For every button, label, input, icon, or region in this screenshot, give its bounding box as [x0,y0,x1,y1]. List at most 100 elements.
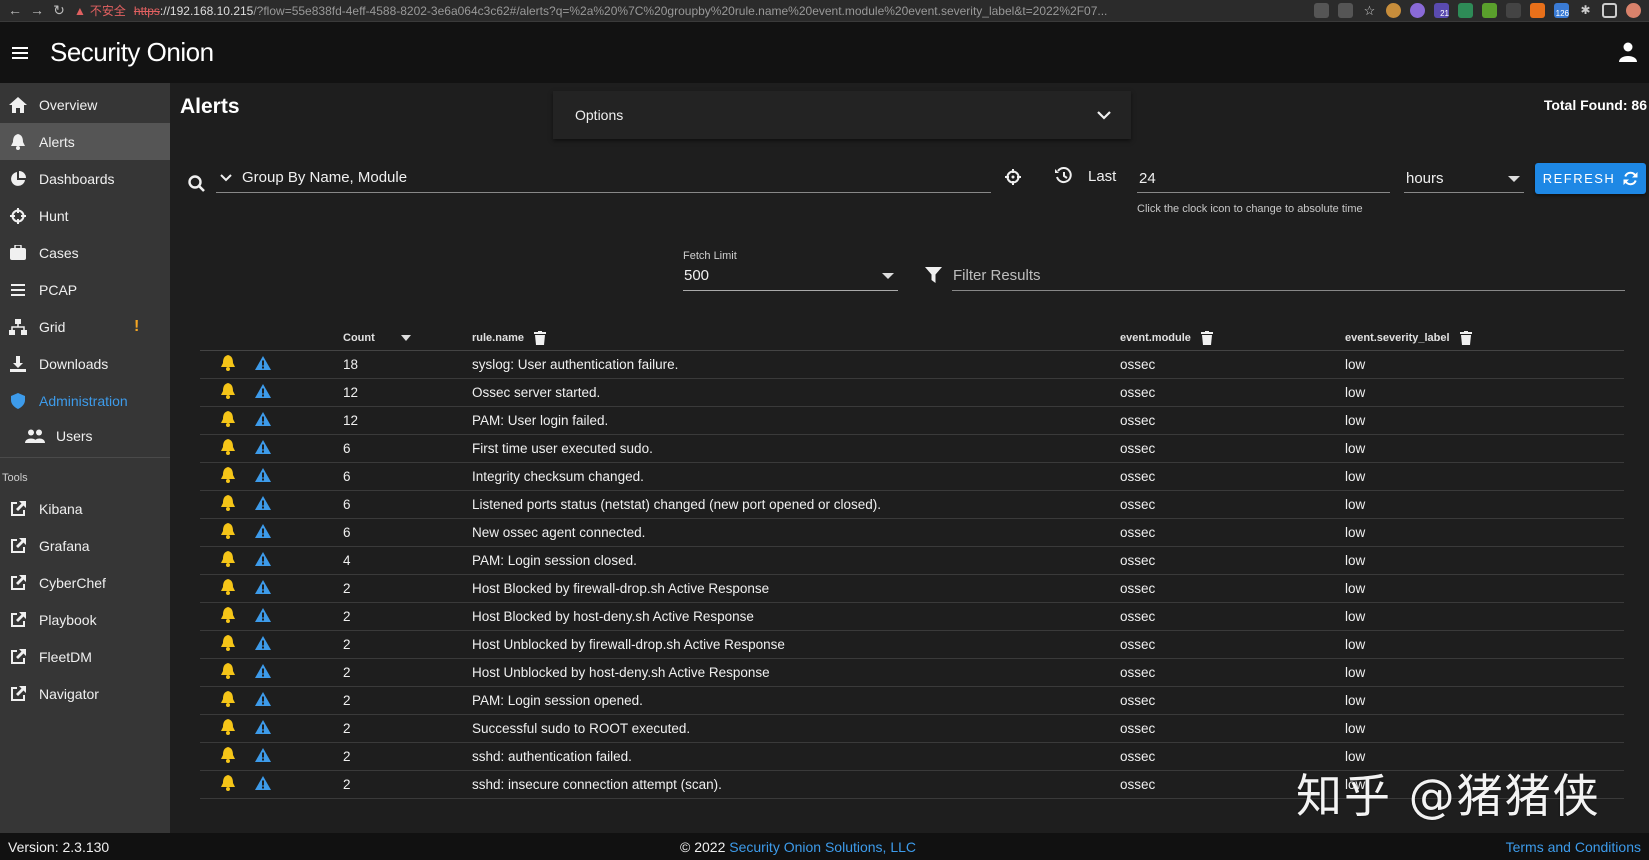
cell-rule-name[interactable]: PAM: Login session opened. [472,693,1120,708]
sidebar-item-downloads[interactable]: Downloads [0,345,170,382]
acknowledge-bell-icon[interactable] [200,719,235,738]
escalate-warning-icon[interactable] [235,776,335,793]
cell-severity[interactable]: low [1345,497,1624,512]
cell-event-module[interactable]: ossec [1120,497,1345,512]
cell-event-module[interactable]: ossec [1120,441,1345,456]
forward-icon[interactable]: → [30,2,44,19]
extension-icon[interactable] [1386,3,1401,18]
table-row[interactable]: 6 First time user executed sudo. ossec low [200,435,1624,463]
cell-event-module[interactable]: ossec [1120,357,1345,372]
sidebar-item-hunt[interactable]: Hunt [0,197,170,234]
extension-icon[interactable] [1410,3,1425,18]
cell-rule-name[interactable]: First time user executed sudo. [472,441,1120,456]
cell-rule-name[interactable]: Listened ports status (netstat) changed … [472,497,1120,512]
trash-icon[interactable] [1459,330,1472,345]
cell-rule-name[interactable]: New ossec agent connected. [472,525,1120,540]
escalate-warning-icon[interactable] [235,384,335,401]
escalate-warning-icon[interactable] [235,496,335,513]
cell-event-module[interactable]: ossec [1120,553,1345,568]
cell-severity[interactable]: low [1345,469,1624,484]
extension-icon[interactable] [1458,3,1473,18]
cell-severity[interactable]: low [1345,609,1624,624]
chevron-down-icon[interactable] [220,173,232,182]
acknowledge-bell-icon[interactable] [200,607,235,626]
escalate-warning-icon[interactable] [235,748,335,765]
user-icon[interactable] [1619,42,1637,62]
company-link[interactable]: Security Onion Solutions, LLC [729,839,916,855]
escalate-warning-icon[interactable] [235,720,335,737]
acknowledge-bell-icon[interactable] [200,467,235,486]
query-input[interactable]: Group By Name, Module [216,163,991,193]
trash-icon[interactable] [1200,330,1213,345]
acknowledge-bell-icon[interactable] [200,747,235,766]
cell-event-module[interactable]: ossec [1120,637,1345,652]
cell-event-module[interactable]: ossec [1120,385,1345,400]
table-row[interactable]: 12 Ossec server started. ossec low [200,379,1624,407]
fetch-limit-select[interactable]: 500 [683,263,898,291]
escalate-warning-icon[interactable] [235,608,335,625]
cell-rule-name[interactable]: PAM: User login failed. [472,413,1120,428]
acknowledge-bell-icon[interactable] [200,635,235,654]
escalate-warning-icon[interactable] [235,440,335,457]
puzzle-icon[interactable]: ✱ [1578,3,1593,18]
cell-event-module[interactable]: ossec [1120,609,1345,624]
cell-event-module[interactable]: ossec [1120,469,1345,484]
cell-rule-name[interactable]: sshd: insecure connection attempt (scan)… [472,777,1120,792]
cell-severity[interactable]: low [1345,637,1624,652]
cell-severity[interactable]: low [1345,665,1624,680]
sidebar-tool-kibana[interactable]: Kibana [0,490,170,527]
options-expander[interactable]: Options [553,91,1131,139]
time-unit-select[interactable]: hours [1404,163,1524,193]
sidebar-item-overview[interactable]: Overview [0,86,170,123]
extension-icon[interactable]: 126 [1554,3,1569,18]
sidebar-tool-cyberchef[interactable]: CyberChef [0,564,170,601]
acknowledge-bell-icon[interactable] [200,355,235,374]
table-row[interactable]: 18 syslog: User authentication failure. os… [200,351,1624,379]
cell-rule-name[interactable]: sshd: authentication failed. [472,749,1120,764]
cell-severity[interactable]: low [1345,441,1624,456]
acknowledge-bell-icon[interactable] [200,663,235,682]
table-row[interactable]: 6 Integrity checksum changed. ossec low [200,463,1624,491]
refresh-button[interactable]: REFRESH [1535,163,1646,194]
escalate-warning-icon[interactable] [235,552,335,569]
cell-rule-name[interactable]: syslog: User authentication failure. [472,357,1120,372]
cell-event-module[interactable]: ossec [1120,413,1345,428]
trash-icon[interactable] [533,330,546,345]
table-row[interactable]: 2 Host Blocked by host-deny.sh Active Res… [200,603,1624,631]
cell-event-module[interactable]: ossec [1120,693,1345,708]
terms-link[interactable]: Terms and Conditions [1506,839,1641,855]
cell-rule-name[interactable]: Ossec server started. [472,385,1120,400]
sidebar-tool-fleetdm[interactable]: FleetDM [0,638,170,675]
cell-event-module[interactable]: ossec [1120,581,1345,596]
star-icon[interactable]: ☆ [1362,3,1377,18]
cell-severity[interactable]: low [1345,777,1624,792]
back-icon[interactable]: ← [8,2,22,19]
extension-icon[interactable] [1506,3,1521,18]
rss-icon[interactable] [1530,3,1545,18]
cell-severity[interactable]: low [1345,749,1624,764]
cell-severity[interactable]: low [1345,693,1624,708]
sidebar-item-dashboards[interactable]: Dashboards [0,160,170,197]
extension-icon[interactable]: 21 [1434,3,1449,18]
acknowledge-bell-icon[interactable] [200,579,235,598]
sidebar-item-users[interactable]: Users [0,419,170,453]
header-rule-name[interactable]: rule.name [472,330,1120,345]
table-row[interactable]: 2 sshd: insecure connection attempt (scan… [200,771,1624,799]
table-row[interactable]: 12 PAM: User login failed. ossec low [200,407,1624,435]
cell-event-module[interactable]: ossec [1120,721,1345,736]
acknowledge-bell-icon[interactable] [200,775,235,794]
translate-icon[interactable] [1314,3,1329,18]
cell-event-module[interactable]: ossec [1120,525,1345,540]
escalate-warning-icon[interactable] [235,636,335,653]
sidebar-item-grid[interactable]: Grid ! [0,308,170,345]
table-row[interactable]: 2 PAM: Login session opened. ossec low [200,687,1624,715]
crosshair-icon[interactable] [1005,169,1021,185]
cell-rule-name[interactable]: PAM: Login session closed. [472,553,1120,568]
sidebar-item-cases[interactable]: Cases [0,234,170,271]
filter-results-input[interactable]: Filter Results [952,261,1625,291]
cell-rule-name[interactable]: Host Unblocked by host-deny.sh Active Re… [472,665,1120,680]
sidebar-tool-grafana[interactable]: Grafana [0,527,170,564]
table-row[interactable]: 6 Listened ports status (netstat) changed… [200,491,1624,519]
cell-severity[interactable]: low [1345,525,1624,540]
acknowledge-bell-icon[interactable] [200,411,235,430]
